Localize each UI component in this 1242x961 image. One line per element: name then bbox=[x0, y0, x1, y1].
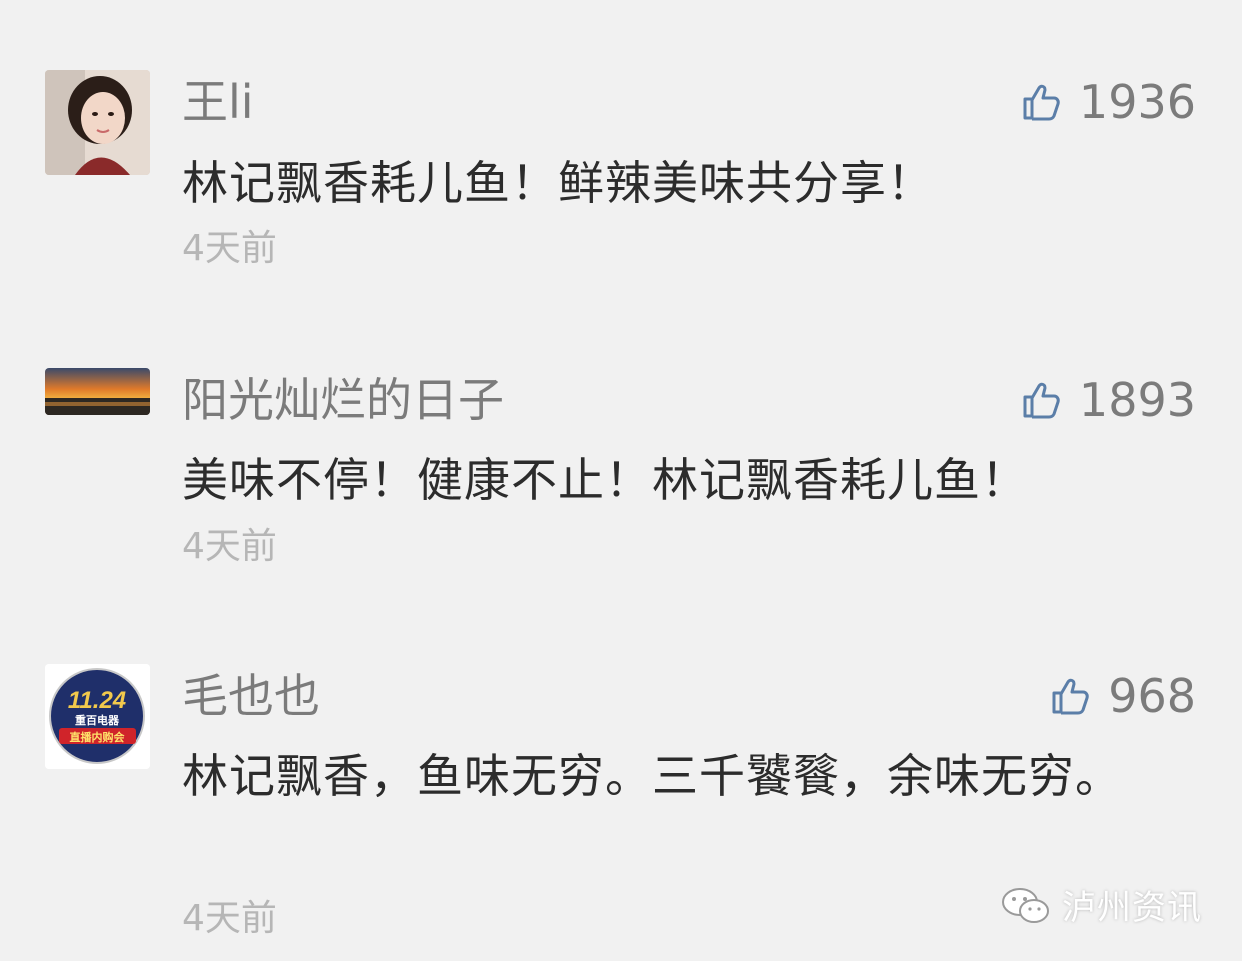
like-count: 968 bbox=[1108, 669, 1196, 723]
like-button[interactable]: 1893 bbox=[1021, 370, 1196, 430]
comment-author[interactable]: 王li bbox=[182, 72, 254, 132]
badge-number: 11.24 bbox=[68, 687, 126, 714]
comment-time: 4天前 bbox=[182, 526, 277, 567]
user-portrait-image bbox=[45, 70, 150, 175]
like-button[interactable]: 1936 bbox=[1021, 72, 1196, 132]
badge-line1: 重百电器 bbox=[75, 713, 120, 727]
watermark: 泸州资讯 bbox=[1000, 880, 1202, 929]
wechat-icon bbox=[1002, 887, 1049, 923]
thumbs-up-icon bbox=[1052, 678, 1089, 715]
like-count: 1893 bbox=[1078, 373, 1196, 427]
avatar[interactable]: 11.24 重百电器 直播内购会 bbox=[45, 664, 150, 769]
sunset-image bbox=[45, 368, 150, 415]
comment-time: 4天前 bbox=[182, 228, 277, 269]
comment-text: 美味不停！健康不止！林记飘香耗儿鱼！ bbox=[182, 453, 1028, 507]
avatar[interactable] bbox=[45, 368, 150, 415]
comment-author[interactable]: 阳光灿烂的日子 bbox=[182, 370, 504, 430]
like-count: 1936 bbox=[1078, 75, 1196, 129]
thumbs-up-icon bbox=[1023, 382, 1060, 419]
like-button[interactable]: 968 bbox=[1050, 666, 1196, 726]
comment-text: 林记飘香，鱼味无穷。三千饕餮，余味无穷。 bbox=[182, 749, 1122, 803]
comment-author[interactable]: 毛也也 bbox=[182, 666, 320, 726]
watermark-text: 泸州资讯 bbox=[1062, 888, 1202, 928]
avatar[interactable] bbox=[45, 70, 150, 175]
badge-line2: 直播内购会 bbox=[70, 730, 126, 744]
comment-time: 4天前 bbox=[182, 898, 277, 939]
promo-badge-image: 11.24 重百电器 直播内购会 bbox=[45, 664, 150, 769]
thumbs-up-icon bbox=[1023, 84, 1060, 121]
comment-text: 林记飘香耗儿鱼！鲜辣美味共分享！ bbox=[182, 156, 934, 210]
